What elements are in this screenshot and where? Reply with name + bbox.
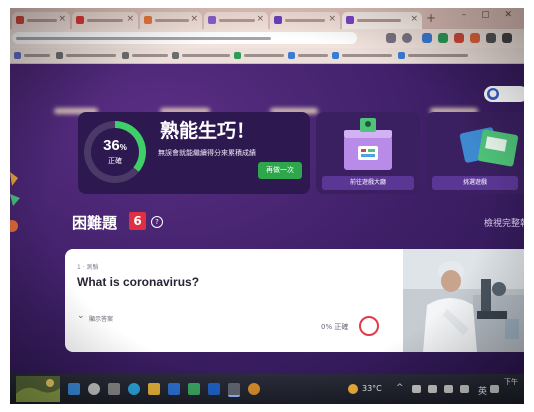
game-lobby-card[interactable]: 前往遊戲大廳 [316, 112, 420, 194]
tab-favicon-icon [208, 16, 216, 24]
tab-favicon-icon [346, 16, 354, 24]
search-icon[interactable] [88, 383, 100, 395]
app-tray-icon[interactable] [490, 385, 499, 393]
app-icon[interactable] [188, 383, 200, 395]
widgets-weather-icon[interactable] [16, 376, 60, 402]
browser-tab[interactable]: × [12, 12, 70, 29]
chrome-icon[interactable] [228, 383, 240, 397]
network-icon[interactable] [428, 385, 437, 393]
tab-close-icon[interactable]: × [256, 14, 264, 24]
ime-mode-icon[interactable] [460, 385, 469, 393]
extension-icon[interactable] [454, 33, 464, 43]
summary-panel: 36% 正確 熟能生巧！ 無誤會就能繼續得分來累積成績 再做一次 [78, 112, 310, 194]
puzzle-icon[interactable] [486, 33, 496, 43]
browser-tab-active[interactable]: × [342, 12, 422, 29]
chevron-up-icon[interactable]: ^ [396, 383, 404, 393]
browser-tab[interactable]: × [204, 12, 268, 29]
new-tab-icon[interactable]: + [426, 11, 436, 25]
task-view-icon[interactable] [108, 383, 120, 395]
windows-icon[interactable] [68, 383, 80, 395]
temperature: 33°C [362, 384, 382, 393]
choose-game-card[interactable]: 挑選遊戲 [426, 112, 524, 194]
side-decoration [10, 172, 20, 232]
tab-close-icon[interactable]: × [190, 14, 198, 24]
show-answer-toggle[interactable]: 顯示答案 [89, 314, 113, 323]
choose-game-label: 挑選遊戲 [432, 176, 518, 190]
tab-close-icon[interactable]: × [410, 14, 418, 24]
extension-icon[interactable] [438, 33, 448, 43]
ballot-box-icon [344, 118, 392, 170]
retry-button[interactable]: 再做一次 [258, 162, 302, 179]
question-type: 1 · 測驗 [77, 264, 99, 271]
extension-icon[interactable] [422, 33, 432, 43]
window-controls[interactable]: – ▢ ✕ [462, 10, 518, 20]
tab-favicon-icon [274, 16, 282, 24]
question-text: What is coronavirus? [77, 275, 200, 289]
profile-icon[interactable] [502, 33, 512, 43]
view-full-report-link[interactable]: 檢視完整報告 [484, 216, 524, 229]
tab-favicon-icon [144, 16, 152, 24]
url-field[interactable] [12, 32, 357, 44]
word-icon[interactable] [208, 383, 220, 395]
tab-favicon-icon [76, 16, 84, 24]
tab-close-icon[interactable]: × [328, 14, 336, 24]
page-title: 熟能生巧！ [160, 120, 256, 142]
game-lobby-label: 前往遊戲大廳 [322, 176, 414, 190]
browser-tab[interactable]: × [270, 12, 340, 29]
accuracy-label: 正確 [108, 157, 122, 165]
summary-subtitle: 無誤會就能繼續得分來累積成績 [158, 149, 256, 157]
browser-tab[interactable]: × [140, 12, 202, 29]
speaker-icon[interactable] [412, 385, 421, 393]
input-language[interactable]: 英 [478, 384, 487, 397]
question-accuracy: 0% 正確 [321, 323, 349, 331]
difficult-count-badge: 6 [129, 212, 146, 230]
file-explorer-icon[interactable] [148, 383, 160, 395]
tab-close-icon[interactable]: × [126, 14, 134, 24]
app-icon[interactable] [248, 383, 260, 395]
address-bar [10, 29, 524, 48]
accuracy-ring: 36% 正確 [84, 121, 146, 183]
bookmark-star-icon[interactable] [402, 33, 412, 43]
edge-icon[interactable] [128, 383, 140, 395]
browser-tab-bar: × × × × × × + – ▢ ✕ [10, 8, 524, 29]
store-icon[interactable] [168, 383, 180, 395]
user-name [502, 89, 505, 98]
user-icon: ● [487, 88, 499, 100]
battery-icon[interactable] [444, 385, 453, 393]
accuracy-percent: 36% [103, 137, 127, 154]
browser-tab[interactable]: × [72, 12, 138, 29]
photo-frame: × × × × × × + – ▢ ✕ ● 36% 正確 熟能生巧！ 無誤會就能… [10, 8, 524, 404]
windows-taskbar: 33°C ^ 英 下午 [10, 374, 524, 404]
section-title: 困難題 [72, 214, 118, 232]
chevron-down-icon[interactable]: ⌄ [77, 311, 85, 321]
question-card[interactable]: 1 · 測驗 What is coronavirus? ⌄ 顯示答案 0% 正確 [65, 249, 524, 352]
tab-close-icon[interactable]: × [58, 14, 66, 24]
weather-icon [348, 384, 358, 394]
books-icon [459, 127, 519, 167]
tab-favicon-icon [16, 16, 24, 24]
user-menu-button[interactable]: ● [484, 86, 524, 102]
lab-scientist-image [403, 249, 524, 352]
extension-icon[interactable] [470, 33, 480, 43]
share-icon[interactable] [386, 33, 396, 43]
help-icon[interactable]: ? [151, 216, 163, 228]
wrong-circle-icon [359, 316, 379, 336]
bookmarks-bar [10, 48, 524, 64]
clock[interactable]: 下午 [504, 378, 518, 386]
quiz-report-page: ● 36% 正確 熟能生巧！ 無誤會就能繼續得分來累積成績 再做一次 前往遊戲大… [10, 64, 524, 374]
